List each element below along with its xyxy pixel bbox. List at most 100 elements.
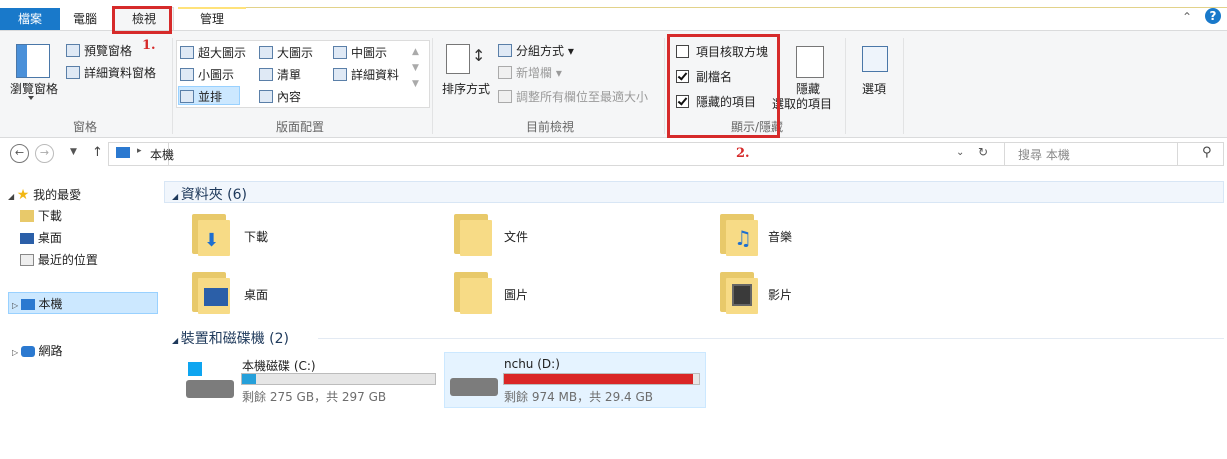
annotation-1: 1.: [142, 38, 156, 53]
sort-by-button[interactable]: 排序方式: [442, 80, 490, 97]
recent-locations-icon[interactable]: ▼: [70, 147, 77, 157]
drive-d-usage-fill: [504, 374, 693, 384]
breadcrumb-chevron-icon[interactable]: ▸: [137, 146, 142, 156]
drive-c-usage-fill: [242, 374, 257, 384]
size-columns-button[interactable]: 調整所有欄位至最適大小: [498, 88, 648, 105]
preview-pane-button[interactable]: 預覽窗格: [66, 42, 132, 59]
layout-tiles[interactable]: 並排: [180, 88, 222, 105]
group-by-label: 分組方式: [516, 44, 565, 58]
folder-downloads[interactable]: 下載: [244, 228, 268, 245]
folder-pictures[interactable]: 圖片: [504, 286, 528, 303]
layout-details[interactable]: 詳細資料: [333, 66, 399, 83]
section-label: 裝置和磁碟機 (2): [180, 331, 289, 347]
tab-file[interactable]: 檔案: [0, 8, 60, 30]
nav-downloads[interactable]: 下載: [20, 207, 62, 224]
chevron-down-icon: [28, 96, 34, 100]
nav-label: 本機: [38, 297, 63, 311]
hide-selected-label-2[interactable]: 選取的項目: [772, 95, 832, 112]
folders-header-bar[interactable]: [164, 181, 1224, 203]
layout-large[interactable]: 大圖示: [259, 44, 313, 61]
expand-icon[interactable]: ◢: [8, 192, 17, 201]
folder-documents-icon[interactable]: [452, 212, 494, 256]
nav-pane-button[interactable]: 瀏覽窗格: [10, 80, 58, 97]
local-disk-icon[interactable]: [186, 362, 236, 404]
collapse-icon[interactable]: ◢: [172, 336, 181, 345]
address-dropdown-icon[interactable]: ⌄: [956, 147, 964, 158]
chevron-down-icon: ▾: [552, 66, 562, 80]
details-pane-label: 詳細資料窗格: [84, 66, 157, 80]
large-icons-icon: [259, 46, 273, 59]
layout-small[interactable]: 小圖示: [180, 66, 234, 83]
expand-icon[interactable]: ▷: [12, 348, 21, 357]
nav-label: 我的最愛: [33, 188, 82, 202]
folder-pictures-icon[interactable]: [452, 270, 494, 314]
list-icon: [259, 68, 273, 81]
help-icon[interactable]: ?: [1205, 8, 1221, 24]
nav-desktop[interactable]: 桌面: [20, 229, 62, 246]
folder-downloads-icon[interactable]: ⬇: [190, 212, 232, 256]
nav-this-pc[interactable]: ▷ 本機: [12, 295, 63, 312]
refresh-icon[interactable]: ↻: [978, 145, 988, 159]
forward-icon[interactable]: →: [35, 144, 54, 163]
chevron-down-icon: ▾: [564, 44, 574, 58]
drive-d-usage-bar: [503, 373, 700, 385]
folder-videos-icon[interactable]: [718, 270, 760, 314]
folders-header[interactable]: ◢ 資料夾 (6): [172, 184, 247, 204]
search-icon[interactable]: ⚲: [1202, 145, 1212, 160]
group-label-current-view: 目前檢視: [525, 120, 574, 134]
tab-manage[interactable]: 管理: [178, 8, 246, 30]
gallery-scroll-icon[interactable]: ▲ ▼ ▼: [412, 44, 419, 92]
folder-documents[interactable]: 文件: [504, 228, 528, 245]
up-icon[interactable]: ↑: [92, 145, 103, 160]
sort-icon: [446, 44, 470, 74]
folder-desktop-icon[interactable]: [190, 270, 232, 314]
removable-drive-icon[interactable]: [450, 378, 498, 396]
layout-list[interactable]: 清單: [259, 66, 301, 83]
drives-header[interactable]: ◢ 裝置和磁碟機 (2): [172, 328, 289, 348]
drive-c-usage-bar: [241, 373, 436, 385]
details-pane-button[interactable]: 詳細資料窗格: [66, 64, 156, 81]
chevron-up-icon[interactable]: ⌃: [1182, 10, 1192, 24]
computer-icon: [116, 147, 130, 158]
nav-network[interactable]: ▷ 網路: [12, 342, 63, 359]
collapse-icon[interactable]: ◢: [172, 192, 181, 201]
details-icon: [333, 68, 347, 81]
ribbon-separator: [432, 38, 433, 134]
drives-header-line: [318, 338, 1224, 339]
add-columns-button[interactable]: 新增欄 ▾: [498, 64, 562, 81]
layout-content[interactable]: 內容: [259, 88, 301, 105]
folder-music[interactable]: 音樂: [768, 228, 792, 245]
layout-label: 詳細資料: [351, 68, 400, 82]
folder-desktop[interactable]: 桌面: [244, 286, 268, 303]
layout-extra-large[interactable]: 超大圖示: [180, 44, 246, 61]
folder-music-icon[interactable]: ♫: [718, 212, 760, 256]
tab-computer[interactable]: 電腦: [60, 8, 110, 30]
annotation-box-show-hide: [667, 34, 780, 138]
drive-c-free: 剩餘 275 GB，共 297 GB: [242, 390, 387, 404]
back-icon[interactable]: ←: [10, 144, 29, 163]
section-label: 資料夾 (6): [180, 187, 247, 203]
group-label-layout: 版面配置: [275, 120, 324, 134]
sort-arrow-icon: ↕: [472, 46, 486, 65]
recent-places-icon: [20, 254, 34, 266]
hide-selected-icon: [796, 46, 824, 78]
drive-d-free: 剩餘 974 MB，共 29.4 GB: [504, 390, 653, 404]
options-button[interactable]: 選項: [862, 80, 886, 97]
group-by-button[interactable]: 分組方式 ▾: [498, 42, 574, 59]
nav-pane-icon: [16, 44, 50, 78]
nav-favorites[interactable]: ◢ ★ 我的最愛: [8, 186, 81, 203]
details-pane-icon: [66, 66, 80, 79]
nav-recent[interactable]: 最近的位置: [20, 251, 98, 268]
computer-icon: [20, 299, 35, 310]
breadcrumb-this-pc[interactable]: 本機: [150, 146, 174, 163]
ribbon-separator: [172, 38, 173, 134]
drive-d-name[interactable]: nchu (D:): [504, 357, 560, 371]
nav-label: 下載: [37, 209, 62, 223]
size-columns-label: 調整所有欄位至最適大小: [516, 90, 649, 104]
folder-videos[interactable]: 影片: [768, 286, 792, 303]
options-icon: [862, 46, 888, 72]
layout-medium[interactable]: 中圖示: [333, 44, 387, 61]
expand-icon[interactable]: ▷: [12, 301, 21, 310]
drive-c-name[interactable]: 本機磁碟 (C:): [242, 357, 316, 374]
small-icons-icon: [180, 68, 194, 81]
